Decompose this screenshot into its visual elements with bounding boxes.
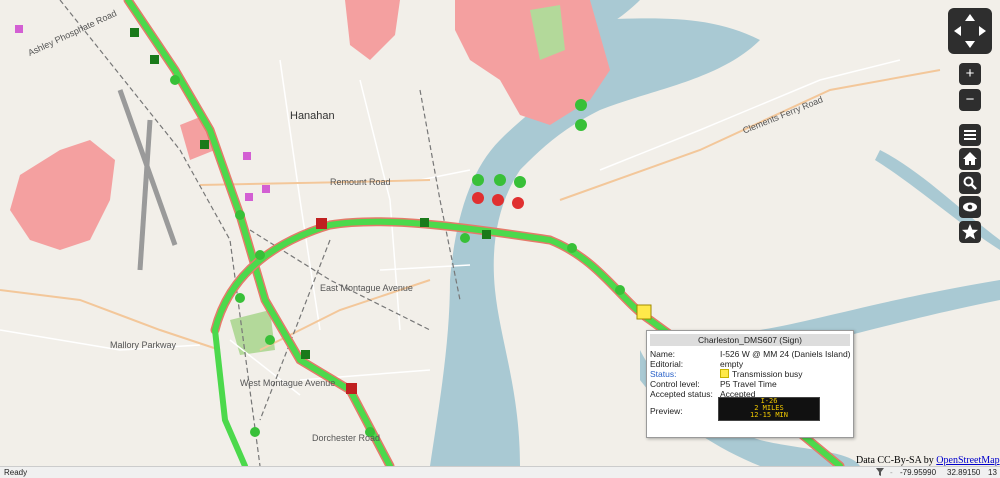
camera-marker — [494, 174, 506, 186]
pan-arrows-icon — [954, 14, 986, 48]
freeway-i26 — [123, 0, 395, 466]
editorial-value: empty — [720, 359, 744, 369]
camera-offline-marker — [492, 194, 504, 206]
dms-preview: I-26 2 MILES 12-15 MIN — [718, 397, 820, 421]
status-value-wrap: Transmission busy — [720, 369, 803, 379]
place-label: East Montague Avenue — [320, 283, 413, 293]
camera-marker — [575, 99, 587, 111]
zoom-in-button[interactable]: + — [959, 63, 981, 85]
attribution-text: Data CC-By-SA by — [856, 455, 934, 466]
view-button[interactable] — [959, 196, 981, 218]
status-color-swatch — [720, 369, 729, 378]
detector-marker — [200, 140, 209, 149]
accepted-status-label: Accepted status: — [650, 389, 713, 399]
search-icon — [963, 176, 977, 190]
detector-marker — [130, 28, 139, 37]
parking-marker — [243, 152, 251, 160]
detector-marker — [420, 218, 429, 227]
ready-text: Ready — [4, 468, 28, 477]
eye-icon — [963, 202, 977, 212]
search-button[interactable] — [959, 172, 981, 194]
status-value: Transmission busy — [732, 369, 803, 379]
dms-sign-marker — [636, 304, 652, 320]
detector-marker — [567, 243, 577, 253]
parking-marker — [245, 193, 253, 201]
star-icon — [962, 224, 978, 240]
popup-title: Charleston_DMS607 (Sign) — [650, 334, 850, 346]
menu-button[interactable] — [959, 124, 981, 146]
home-button[interactable] — [959, 148, 981, 170]
creek — [875, 150, 1000, 250]
park-south — [230, 310, 275, 355]
detector-marker — [482, 230, 491, 239]
detector-marker — [615, 285, 625, 295]
menu-icon — [964, 130, 976, 140]
detector-marker — [235, 210, 245, 220]
zone-north — [345, 0, 400, 60]
detector-marker — [255, 250, 265, 260]
camera-offline-marker — [512, 197, 524, 209]
editorial-label: Editorial: — [650, 359, 684, 369]
detector-marker — [150, 55, 159, 64]
control-level-value: P5 Travel Time — [720, 379, 777, 389]
place-label: West Montague Avenue — [240, 378, 336, 388]
control-level-label: Control level: — [650, 379, 700, 389]
name-value: I-526 W @ MM 24 (Daniels Island) — [720, 349, 851, 359]
zoom-out-button[interactable]: − — [959, 89, 981, 111]
pan-control[interactable] — [948, 8, 992, 54]
camera-marker — [514, 176, 526, 188]
place-label: Mallory Parkway — [110, 340, 177, 350]
separator: - — [890, 468, 893, 477]
status-bar: Ready - -79.95990 32.89150 13 — [0, 466, 1000, 478]
camera-marker — [575, 119, 587, 131]
detector-marker — [460, 233, 470, 243]
air-base-zone — [10, 140, 115, 250]
map-attribution: Data CC-By-SA by OpenStreetMap — [856, 455, 1000, 466]
detector-marker — [265, 335, 275, 345]
runways — [117, 89, 178, 271]
camera-marker — [472, 174, 484, 186]
home-icon — [963, 152, 977, 165]
detector-marker — [170, 75, 180, 85]
camera-offline-marker — [472, 192, 484, 204]
zoom-level-value: 13 — [988, 468, 997, 477]
parking-marker — [262, 185, 270, 193]
latitude-value: 32.89150 — [947, 468, 981, 477]
detector-marker — [301, 350, 310, 359]
place-label: Hanahan — [290, 110, 335, 122]
parking-marker — [15, 25, 23, 33]
detector-marker — [250, 427, 260, 437]
sign-info-popup: Charleston_DMS607 (Sign) Name: I-526 W @… — [646, 330, 854, 438]
longitude-value: -79.95990 — [900, 468, 937, 477]
status-label[interactable]: Status: — [650, 369, 718, 379]
detector-marker — [235, 293, 245, 303]
incident-marker — [346, 383, 357, 394]
osm-link[interactable]: OpenStreetMap — [936, 455, 999, 466]
incident-marker — [316, 218, 327, 229]
preview-label: Preview: — [650, 406, 683, 416]
place-label: Remount Road — [330, 177, 391, 187]
railways — [59, 0, 461, 466]
favorite-button[interactable] — [959, 221, 981, 243]
dms-line: 12-15 MIN — [750, 411, 788, 419]
name-label: Name: — [650, 349, 676, 359]
place-label: Dorchester Road — [312, 433, 381, 443]
